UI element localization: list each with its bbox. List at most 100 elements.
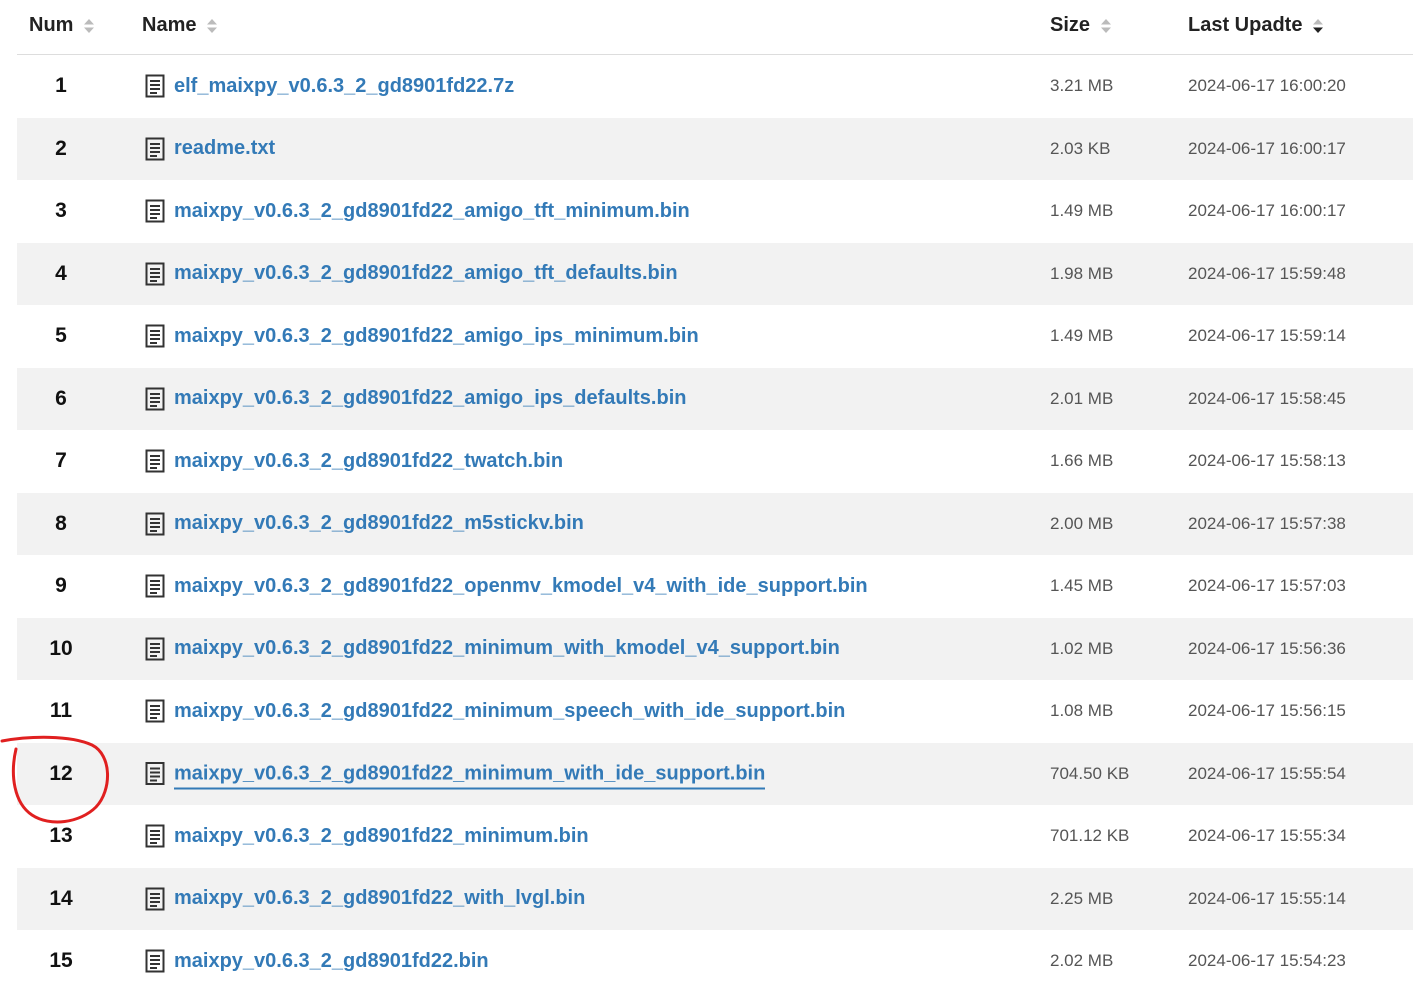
file-link[interactable]: maixpy_v0.6.3_2_gd8901fd22_minimum.bin <box>174 825 589 848</box>
file-text-icon <box>145 74 165 98</box>
row-size: 1.08 MB <box>1050 701 1114 721</box>
file-link[interactable]: maixpy_v0.6.3_2_gd8901fd22_m5stickv.bin <box>174 512 584 535</box>
file-text-icon <box>145 262 165 286</box>
table-row: 13 maixpy_v0.6.3_2_gd8901fd22_minimum.bin… <box>17 805 1413 868</box>
file-text-icon <box>145 887 165 911</box>
file-link[interactable]: maixpy_v0.6.3_2_gd8901fd22_openmv_kmodel… <box>174 575 868 598</box>
row-name-cell: maixpy_v0.6.3_2_gd8901fd22_openmv_kmodel… <box>145 574 868 598</box>
row-size: 1.98 MB <box>1050 263 1114 283</box>
file-link[interactable]: maixpy_v0.6.3_2_gd8901fd22_minimum_with_… <box>174 762 766 790</box>
row-date: 2024-06-17 15:56:36 <box>1188 638 1346 658</box>
table-row: 8 maixpy_v0.6.3_2_gd8901fd22_m5stickv.bin… <box>17 492 1413 555</box>
file-link[interactable]: maixpy_v0.6.3_2_gd8901fd22_with_lvgl.bin <box>174 887 585 910</box>
file-link[interactable]: maixpy_v0.6.3_2_gd8901fd22_amigo_tft_def… <box>174 262 678 285</box>
row-date: 2024-06-17 15:55:14 <box>1188 888 1346 908</box>
header-name-label: Name <box>142 14 197 36</box>
file-text-icon <box>145 699 165 723</box>
table-row: 7 maixpy_v0.6.3_2_gd8901fd22_twatch.bin 1.… <box>17 430 1413 493</box>
row-name-cell: maixpy_v0.6.3_2_gd8901fd22_minimum_with_… <box>145 637 840 661</box>
row-size: 2.25 MB <box>1050 888 1114 908</box>
header-size[interactable]: Size <box>1050 14 1112 37</box>
file-link[interactable]: maixpy_v0.6.3_2_gd8901fd22_minimum_speec… <box>174 700 845 723</box>
row-date: 2024-06-17 15:59:48 <box>1188 263 1346 283</box>
row-date: 2024-06-17 15:54:23 <box>1188 951 1346 971</box>
file-text-icon <box>145 137 165 161</box>
row-num: 6 <box>55 386 67 410</box>
row-num: 2 <box>55 136 67 160</box>
file-link[interactable]: readme.txt <box>174 137 275 160</box>
row-name-cell: maixpy_v0.6.3_2_gd8901fd22_minimum.bin <box>145 824 589 848</box>
table-header: Num Name Size Last Upadte <box>17 0 1413 55</box>
row-size: 2.00 MB <box>1050 513 1114 533</box>
file-text-icon <box>145 324 165 348</box>
file-link[interactable]: maixpy_v0.6.3_2_gd8901fd22_amigo_ips_min… <box>174 325 699 348</box>
row-num: 12 <box>49 761 73 785</box>
table-row: 9 maixpy_v0.6.3_2_gd8901fd22_openmv_kmode… <box>17 555 1413 618</box>
row-name-cell: maixpy_v0.6.3_2_gd8901fd22_minimum_speec… <box>145 699 845 723</box>
file-text-icon <box>145 512 165 536</box>
row-size: 1.49 MB <box>1050 326 1114 346</box>
file-link[interactable]: maixpy_v0.6.3_2_gd8901fd22_amigo_tft_min… <box>174 200 690 223</box>
table-row: 3 maixpy_v0.6.3_2_gd8901fd22_amigo_tft_mi… <box>17 180 1413 243</box>
row-size: 704.50 KB <box>1050 763 1130 783</box>
row-num: 9 <box>55 574 67 598</box>
row-date: 2024-06-17 16:00:17 <box>1188 138 1346 158</box>
row-date: 2024-06-17 16:00:17 <box>1188 201 1346 221</box>
table-row: 14 maixpy_v0.6.3_2_gd8901fd22_with_lvgl.b… <box>17 867 1413 930</box>
header-num[interactable]: Num <box>29 14 95 37</box>
row-name-cell: maixpy_v0.6.3_2_gd8901fd22_amigo_ips_def… <box>145 387 686 411</box>
table-body: 1 elf_maixpy_v0.6.3_2_gd8901fd22.7z 3.21 M… <box>17 55 1413 993</box>
file-link[interactable]: elf_maixpy_v0.6.3_2_gd8901fd22.7z <box>174 75 514 98</box>
row-num: 11 <box>49 699 73 723</box>
row-num: 8 <box>55 511 67 535</box>
row-date: 2024-06-17 15:58:45 <box>1188 388 1346 408</box>
table-row: 12 maixpy_v0.6.3_2_gd8901fd22_minimum_wit… <box>17 742 1413 805</box>
row-num: 15 <box>49 949 73 973</box>
row-date: 2024-06-17 15:57:38 <box>1188 513 1346 533</box>
row-size: 1.66 MB <box>1050 451 1114 471</box>
sort-desc-icon[interactable] <box>1312 18 1324 34</box>
row-num: 10 <box>49 636 73 660</box>
file-link[interactable]: maixpy_v0.6.3_2_gd8901fd22_twatch.bin <box>174 450 563 473</box>
row-date: 2024-06-17 15:57:03 <box>1188 576 1346 596</box>
row-name-cell: maixpy_v0.6.3_2_gd8901fd22_amigo_tft_def… <box>145 262 678 286</box>
row-size: 2.02 MB <box>1050 951 1114 971</box>
file-link[interactable]: maixpy_v0.6.3_2_gd8901fd22_minimum_with_… <box>174 637 840 660</box>
row-date: 2024-06-17 16:00:20 <box>1188 76 1346 96</box>
row-date: 2024-06-17 15:55:54 <box>1188 763 1346 783</box>
row-num: 1 <box>55 74 67 98</box>
header-last-update-label: Last Upadte <box>1188 14 1303 36</box>
table-row: 5 maixpy_v0.6.3_2_gd8901fd22_amigo_ips_mi… <box>17 305 1413 368</box>
row-name-cell: maixpy_v0.6.3_2_gd8901fd22_m5stickv.bin <box>145 512 584 536</box>
table-row: 1 elf_maixpy_v0.6.3_2_gd8901fd22.7z 3.21 M… <box>17 55 1413 118</box>
row-size: 2.01 MB <box>1050 388 1114 408</box>
file-link[interactable]: maixpy_v0.6.3_2_gd8901fd22_amigo_ips_def… <box>174 387 686 410</box>
row-date: 2024-06-17 15:58:13 <box>1188 451 1346 471</box>
row-name-cell: readme.txt <box>145 137 275 161</box>
sort-icon[interactable] <box>206 18 218 34</box>
row-name-cell: elf_maixpy_v0.6.3_2_gd8901fd22.7z <box>145 74 514 98</box>
file-link[interactable]: maixpy_v0.6.3_2_gd8901fd22.bin <box>174 950 489 973</box>
row-name-cell: maixpy_v0.6.3_2_gd8901fd22_with_lvgl.bin <box>145 887 585 911</box>
file-table: Num Name Size Last Upadte 1 elf_maixpy_v0… <box>17 0 1413 973</box>
row-date: 2024-06-17 15:55:34 <box>1188 826 1346 846</box>
file-text-icon <box>145 762 165 786</box>
header-name[interactable]: Name <box>142 14 218 37</box>
row-name-cell: maixpy_v0.6.3_2_gd8901fd22_minimum_with_… <box>145 758 766 790</box>
header-num-label: Num <box>29 14 74 36</box>
table-row: 2 readme.txt 2.03 KB 2024-06-17 16:00:17 <box>17 117 1413 180</box>
row-size: 3.21 MB <box>1050 76 1114 96</box>
sort-icon[interactable] <box>1100 18 1112 34</box>
row-num: 14 <box>49 886 73 910</box>
file-text-icon <box>145 387 165 411</box>
sort-icon[interactable] <box>83 18 95 34</box>
row-name-cell: maixpy_v0.6.3_2_gd8901fd22_amigo_ips_min… <box>145 324 699 348</box>
table-row: 6 maixpy_v0.6.3_2_gd8901fd22_amigo_ips_de… <box>17 367 1413 430</box>
row-num: 7 <box>55 449 67 473</box>
row-num: 13 <box>49 824 73 848</box>
table-row: 10 maixpy_v0.6.3_2_gd8901fd22_minimum_wit… <box>17 617 1413 680</box>
file-text-icon <box>145 199 165 223</box>
row-num: 4 <box>55 261 67 285</box>
row-name-cell: maixpy_v0.6.3_2_gd8901fd22_amigo_tft_min… <box>145 199 690 223</box>
header-last-update[interactable]: Last Upadte <box>1188 14 1324 37</box>
